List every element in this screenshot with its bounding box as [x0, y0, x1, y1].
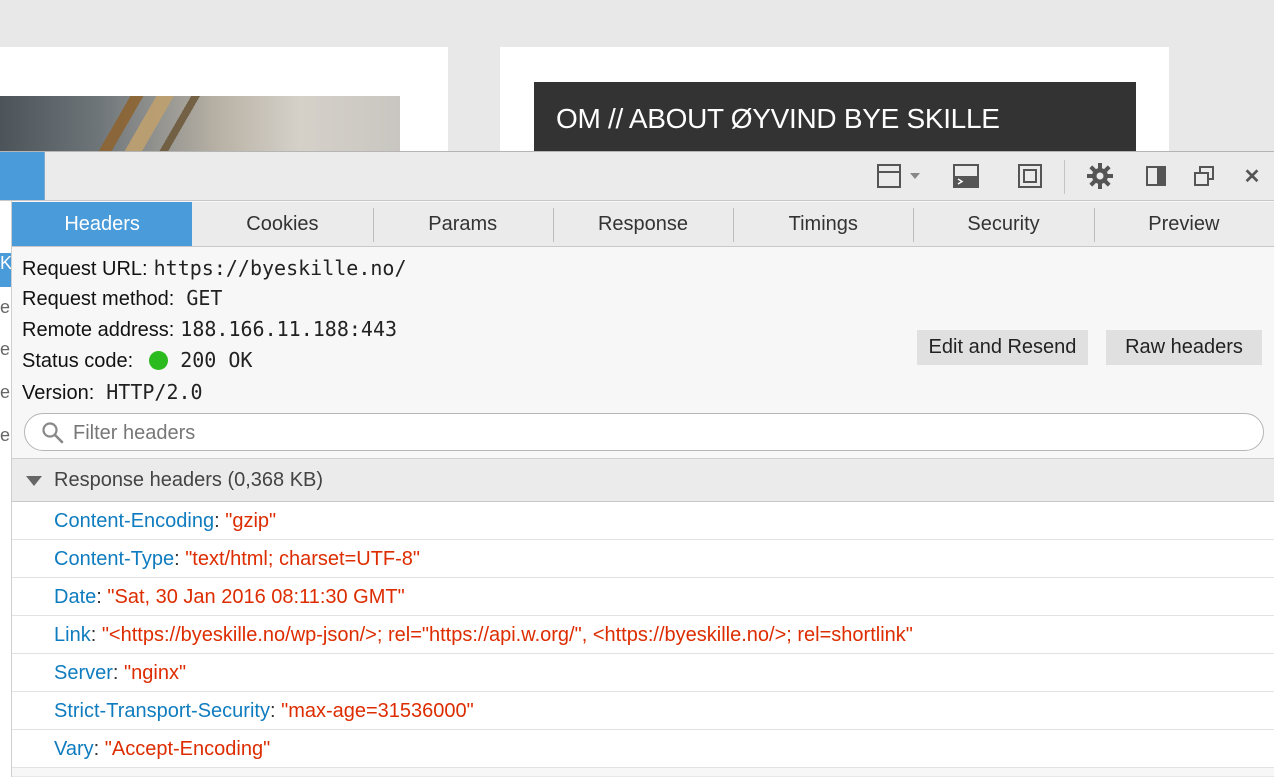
- header-name: Content-Type: [54, 548, 175, 570]
- tab-params[interactable]: Params: [372, 202, 553, 246]
- request-url-row: Request URL: https://byeskille.no/: [22, 256, 407, 281]
- devtools-toolbar: ✕: [0, 152, 1274, 201]
- network-list-header-selected[interactable]: [0, 152, 45, 200]
- request-url-label: Request URL:: [22, 258, 148, 280]
- request-list-item[interactable]: e: [0, 339, 11, 373]
- response-headers-list: Content-Encoding: "gzip" Content-Type: "…: [12, 502, 1274, 768]
- header-value: "<https://byeskille.no/wp-json/>; rel="h…: [101, 624, 913, 646]
- version-row: Version: HTTP/2.0: [22, 380, 203, 405]
- version-label: Version:: [22, 382, 95, 404]
- close-icon[interactable]: ✕: [1238, 162, 1266, 190]
- toolbar-separator: [1064, 160, 1065, 194]
- header-value: "Accept-Encoding": [104, 738, 271, 760]
- tab-headers[interactable]: Headers: [12, 202, 193, 246]
- header-row[interactable]: Vary: "Accept-Encoding": [12, 730, 1274, 768]
- remote-address-label: Remote address:: [22, 319, 175, 341]
- tab-cookies[interactable]: Cookies: [192, 202, 372, 246]
- request-method-value: GET: [186, 286, 223, 310]
- header-row[interactable]: Link: "<https://byeskille.no/wp-json/>; …: [12, 616, 1274, 654]
- pick-element-icon[interactable]: [874, 162, 924, 190]
- split-console-icon[interactable]: [952, 162, 980, 190]
- request-list-strip: K e e e e: [0, 201, 12, 777]
- header-row[interactable]: Strict-Transport-Security: "max-age=3153…: [12, 692, 1274, 730]
- response-headers-title: Response headers (0,368 KB): [54, 469, 324, 491]
- header-value: "text/html; charset=UTF-8": [185, 548, 421, 570]
- status-ok-icon: [149, 351, 169, 370]
- remote-address-row: Remote address: 188.166.11.188:443: [22, 317, 397, 342]
- header-value: "Sat, 30 Jan 2016 08:11:30 GMT": [107, 586, 405, 608]
- tab-preview[interactable]: Preview: [1093, 202, 1274, 246]
- response-headers-section-toggle[interactable]: Response headers (0,368 KB): [12, 458, 1274, 502]
- request-list-item[interactable]: e: [0, 297, 11, 331]
- request-list-item[interactable]: K: [0, 253, 11, 287]
- header-value: "nginx": [124, 662, 187, 684]
- remote-address-value: 188.166.11.188:443: [180, 317, 398, 341]
- raw-headers-button[interactable]: Raw headers: [1106, 330, 1262, 365]
- filter-headers-field: [24, 413, 1264, 451]
- request-method-label: Request method:: [22, 288, 175, 310]
- dock-side-icon[interactable]: [1142, 162, 1170, 190]
- request-list-item[interactable]: e: [0, 382, 11, 416]
- header-name: Link: [54, 624, 91, 646]
- header-row[interactable]: Date: "Sat, 30 Jan 2016 08:11:30 GMT": [12, 578, 1274, 616]
- settings-gear-icon[interactable]: [1086, 162, 1114, 190]
- undock-window-icon[interactable]: [1190, 162, 1218, 190]
- edit-and-resend-button[interactable]: Edit and Resend: [917, 330, 1088, 365]
- responsive-mode-icon[interactable]: [1016, 162, 1044, 190]
- page-hero-title: OM // ABOUT ØYVIND BYE SKILLE: [534, 82, 1136, 157]
- request-url-value: https://byeskille.no/: [153, 256, 407, 280]
- header-row[interactable]: Content-Encoding: "gzip": [12, 502, 1274, 540]
- tab-timings[interactable]: Timings: [733, 202, 913, 246]
- devtools-panel: ✕ K e e e e Headers Cookies Params Respo…: [0, 151, 1274, 777]
- header-name: Date: [54, 586, 97, 608]
- expand-triangle-icon: [26, 476, 42, 486]
- header-row[interactable]: Server: "nginx": [12, 654, 1274, 692]
- request-method-row: Request method: GET: [22, 286, 222, 311]
- page-photo: [0, 96, 400, 156]
- header-name: Vary: [54, 738, 94, 760]
- tab-security[interactable]: Security: [913, 202, 1093, 246]
- filter-headers-input[interactable]: [71, 418, 1255, 448]
- request-list-item[interactable]: e: [0, 425, 11, 459]
- status-code-label: Status code:: [22, 350, 134, 372]
- status-code-value: 200 OK: [180, 348, 253, 372]
- details-tabs: Headers Cookies Params Response Timings …: [12, 202, 1274, 247]
- header-value: "gzip": [225, 510, 277, 532]
- header-row[interactable]: Content-Type: "text/html; charset=UTF-8": [12, 540, 1274, 578]
- tab-response[interactable]: Response: [552, 202, 733, 246]
- header-name: Server: [54, 662, 113, 684]
- header-name: Content-Encoding: [54, 510, 215, 532]
- version-value: HTTP/2.0: [106, 380, 203, 404]
- status-code-row: Status code: 200 OK: [22, 348, 252, 373]
- header-value: "max-age=31536000": [281, 700, 474, 722]
- search-icon: [42, 422, 64, 444]
- header-name: Strict-Transport-Security: [54, 700, 270, 722]
